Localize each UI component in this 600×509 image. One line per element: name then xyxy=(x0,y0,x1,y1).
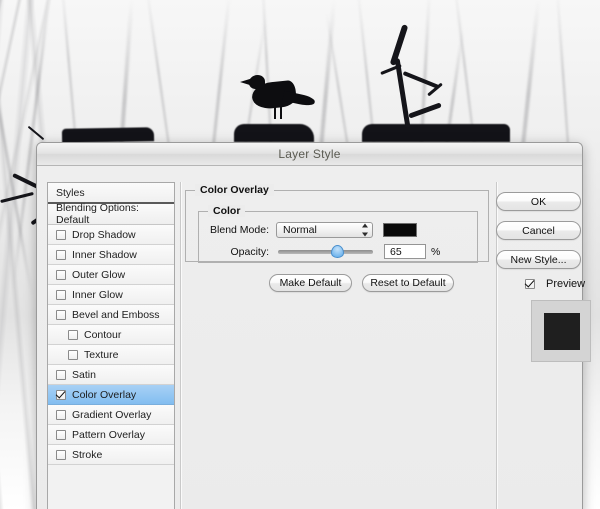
color-group-label: Color xyxy=(208,205,246,217)
blend-mode-value: Normal xyxy=(283,224,317,236)
sidebar-item-contour[interactable]: Contour xyxy=(48,325,174,345)
sidebar-item-inner-shadow[interactable]: Inner Shadow xyxy=(48,245,174,265)
sidebar-item-label: Bevel and Emboss xyxy=(72,308,160,321)
checkbox-contour[interactable] xyxy=(68,329,78,340)
sidebar-item-label: Satin xyxy=(72,368,96,381)
sidebar-item-color-overlay[interactable]: Color Overlay xyxy=(48,385,174,405)
reset-to-default-button[interactable]: Reset to Default xyxy=(362,274,454,292)
sidebar-item-pattern-overlay[interactable]: Pattern Overlay xyxy=(48,425,174,445)
checkbox-satin[interactable] xyxy=(56,369,66,380)
sidebar-item-label: Stroke xyxy=(72,448,103,461)
sidebar-item-gradient-overlay[interactable]: Gradient Overlay xyxy=(48,405,174,425)
sidebar-item-label: Pattern Overlay xyxy=(72,428,145,441)
checkbox-inner-glow[interactable] xyxy=(56,289,66,300)
styles-header-label: Styles xyxy=(56,186,85,199)
make-default-button[interactable]: Make Default xyxy=(269,274,352,292)
preview-thumbnail xyxy=(531,300,591,362)
preview-thumbnail-swatch xyxy=(544,313,580,350)
sidebar-item-texture[interactable]: Texture xyxy=(48,345,174,365)
styles-header[interactable]: Styles xyxy=(48,183,174,204)
ok-label: OK xyxy=(530,195,547,208)
overlay-color-swatch[interactable] xyxy=(383,223,417,237)
layer-style-dialog: Layer Style Styles Blending Options: Def… xyxy=(36,142,591,509)
sidebar-item-label: Drop Shadow xyxy=(72,228,136,241)
checkbox-stroke[interactable] xyxy=(56,449,66,460)
color-overlay-group: Color Overlay Color Blend Mode: Normal O… xyxy=(185,184,489,263)
opacity-slider[interactable] xyxy=(278,244,373,258)
color-overlay-group-label: Color Overlay xyxy=(195,184,274,196)
checkbox-pattern-overlay[interactable] xyxy=(56,429,66,440)
styles-panel: Styles Blending Options: Default Drop Sh… xyxy=(47,182,175,509)
blending-options-label: Blending Options: Default xyxy=(56,202,139,226)
sidebar-item-inner-glow[interactable]: Inner Glow xyxy=(48,285,174,305)
sidebar-item-bevel-and-emboss[interactable]: Bevel and Emboss xyxy=(48,305,174,325)
opacity-slider-thumb[interactable] xyxy=(331,244,344,258)
opacity-unit: % xyxy=(431,245,441,258)
sidebar-item-label: Contour xyxy=(84,328,122,341)
checkbox-gradient-overlay[interactable] xyxy=(56,409,66,420)
sidebar-item-stroke[interactable]: Stroke xyxy=(48,445,174,465)
checkbox-bevel-and-emboss[interactable] xyxy=(56,309,66,320)
screenshot-root: Layer Style Styles Blending Options: Def… xyxy=(0,0,600,509)
checkbox-inner-shadow[interactable] xyxy=(56,249,66,260)
color-group: Color Blend Mode: Normal Opacity: 65 % xyxy=(198,205,478,263)
preview-label: Preview xyxy=(546,278,586,290)
cancel-label: Cancel xyxy=(522,224,555,237)
make-default-label: Make Default xyxy=(279,277,342,289)
chevron-updown-icon xyxy=(361,223,368,237)
sidebar-item-label: Inner Shadow xyxy=(72,248,137,261)
sidebar-item-drop-shadow[interactable]: Drop Shadow xyxy=(48,225,174,245)
dialog-title: Layer Style xyxy=(278,147,341,161)
sidebar-item-satin[interactable]: Satin xyxy=(48,365,174,385)
opacity-label: Opacity: xyxy=(230,245,269,258)
reset-to-default-label: Reset to Default xyxy=(370,277,446,289)
sidebar-item-label: Color Overlay xyxy=(72,388,137,401)
sidebar-item-label: Gradient Overlay xyxy=(72,408,152,421)
panel-separator-left xyxy=(180,182,181,509)
left-log xyxy=(61,127,155,143)
checkbox-outer-glow[interactable] xyxy=(56,269,66,280)
sidebar-item-label: Inner Glow xyxy=(72,288,123,301)
styles-list-empty-area xyxy=(48,465,174,509)
center-log xyxy=(234,124,314,142)
checkbox-drop-shadow[interactable] xyxy=(56,229,66,240)
cancel-button[interactable]: Cancel xyxy=(496,221,581,240)
sidebar-item-outer-glow[interactable]: Outer Glow xyxy=(48,265,174,285)
sidebar-item-label: Texture xyxy=(84,348,119,361)
blend-mode-label: Blend Mode: xyxy=(210,224,269,236)
opacity-row: Opacity: 65 % xyxy=(199,244,477,259)
sidebar-item-blending-options[interactable]: Blending Options: Default xyxy=(48,202,174,226)
new-style-button[interactable]: New Style... xyxy=(496,250,581,269)
opacity-value: 65 xyxy=(390,245,402,258)
preview-toggle[interactable]: Preview xyxy=(525,278,585,290)
opacity-input[interactable]: 65 xyxy=(384,244,426,259)
checkbox-preview[interactable] xyxy=(525,279,535,289)
new-style-label: New Style... xyxy=(510,253,567,266)
dialog-body: Styles Blending Options: Default Drop Sh… xyxy=(37,166,591,509)
ok-button[interactable]: OK xyxy=(496,192,581,211)
checkbox-color-overlay[interactable] xyxy=(56,389,66,400)
blend-mode-row: Blend Mode: Normal xyxy=(199,222,477,238)
color-overlay-options: Color Overlay Color Blend Mode: Normal O… xyxy=(185,182,493,509)
right-log xyxy=(362,124,510,142)
checkbox-texture[interactable] xyxy=(68,349,78,360)
sidebar-item-label: Outer Glow xyxy=(72,268,126,281)
dialog-actions: OK Cancel New Style... Preview xyxy=(496,182,591,509)
blend-mode-select[interactable]: Normal xyxy=(276,222,373,238)
dialog-titlebar[interactable]: Layer Style xyxy=(37,143,582,166)
